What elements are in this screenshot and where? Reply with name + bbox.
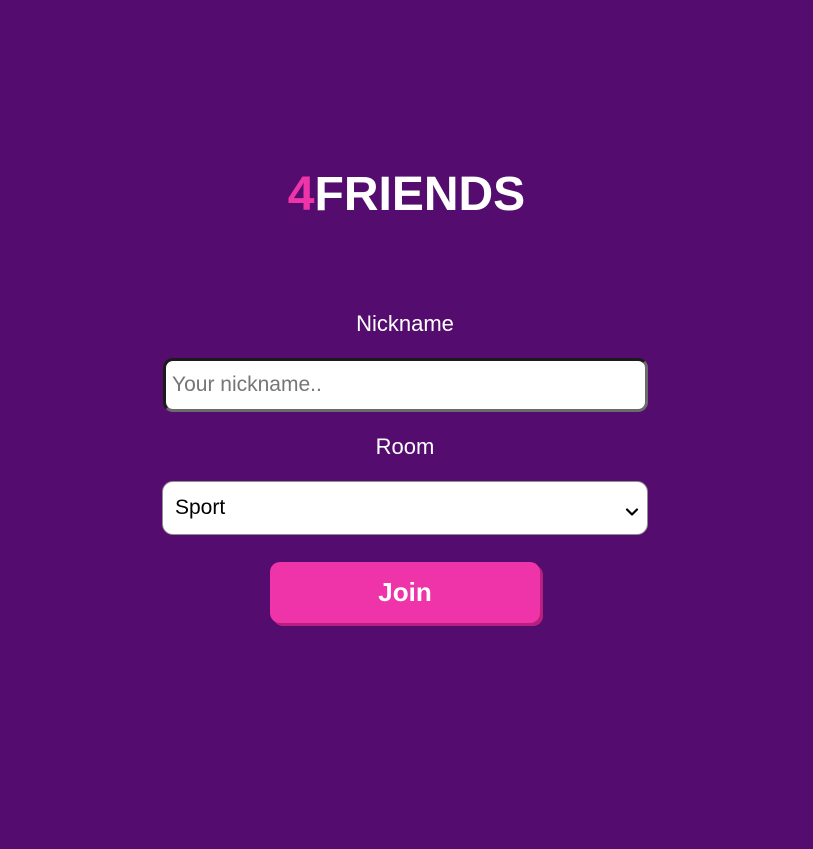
room-selected-value: Sport: [175, 496, 226, 519]
nickname-input[interactable]: [163, 358, 648, 412]
chevron-down-icon: [625, 501, 639, 516]
room-select[interactable]: Sport: [162, 481, 648, 535]
nickname-label: Nickname: [356, 311, 454, 336]
room-label: Room: [375, 434, 435, 459]
app-logo: 4FRIENDS: [0, 167, 813, 223]
logo-accent: 4: [287, 168, 315, 221]
join-button[interactable]: Join: [270, 562, 540, 623]
logo-text: FRIENDS: [314, 168, 526, 221]
